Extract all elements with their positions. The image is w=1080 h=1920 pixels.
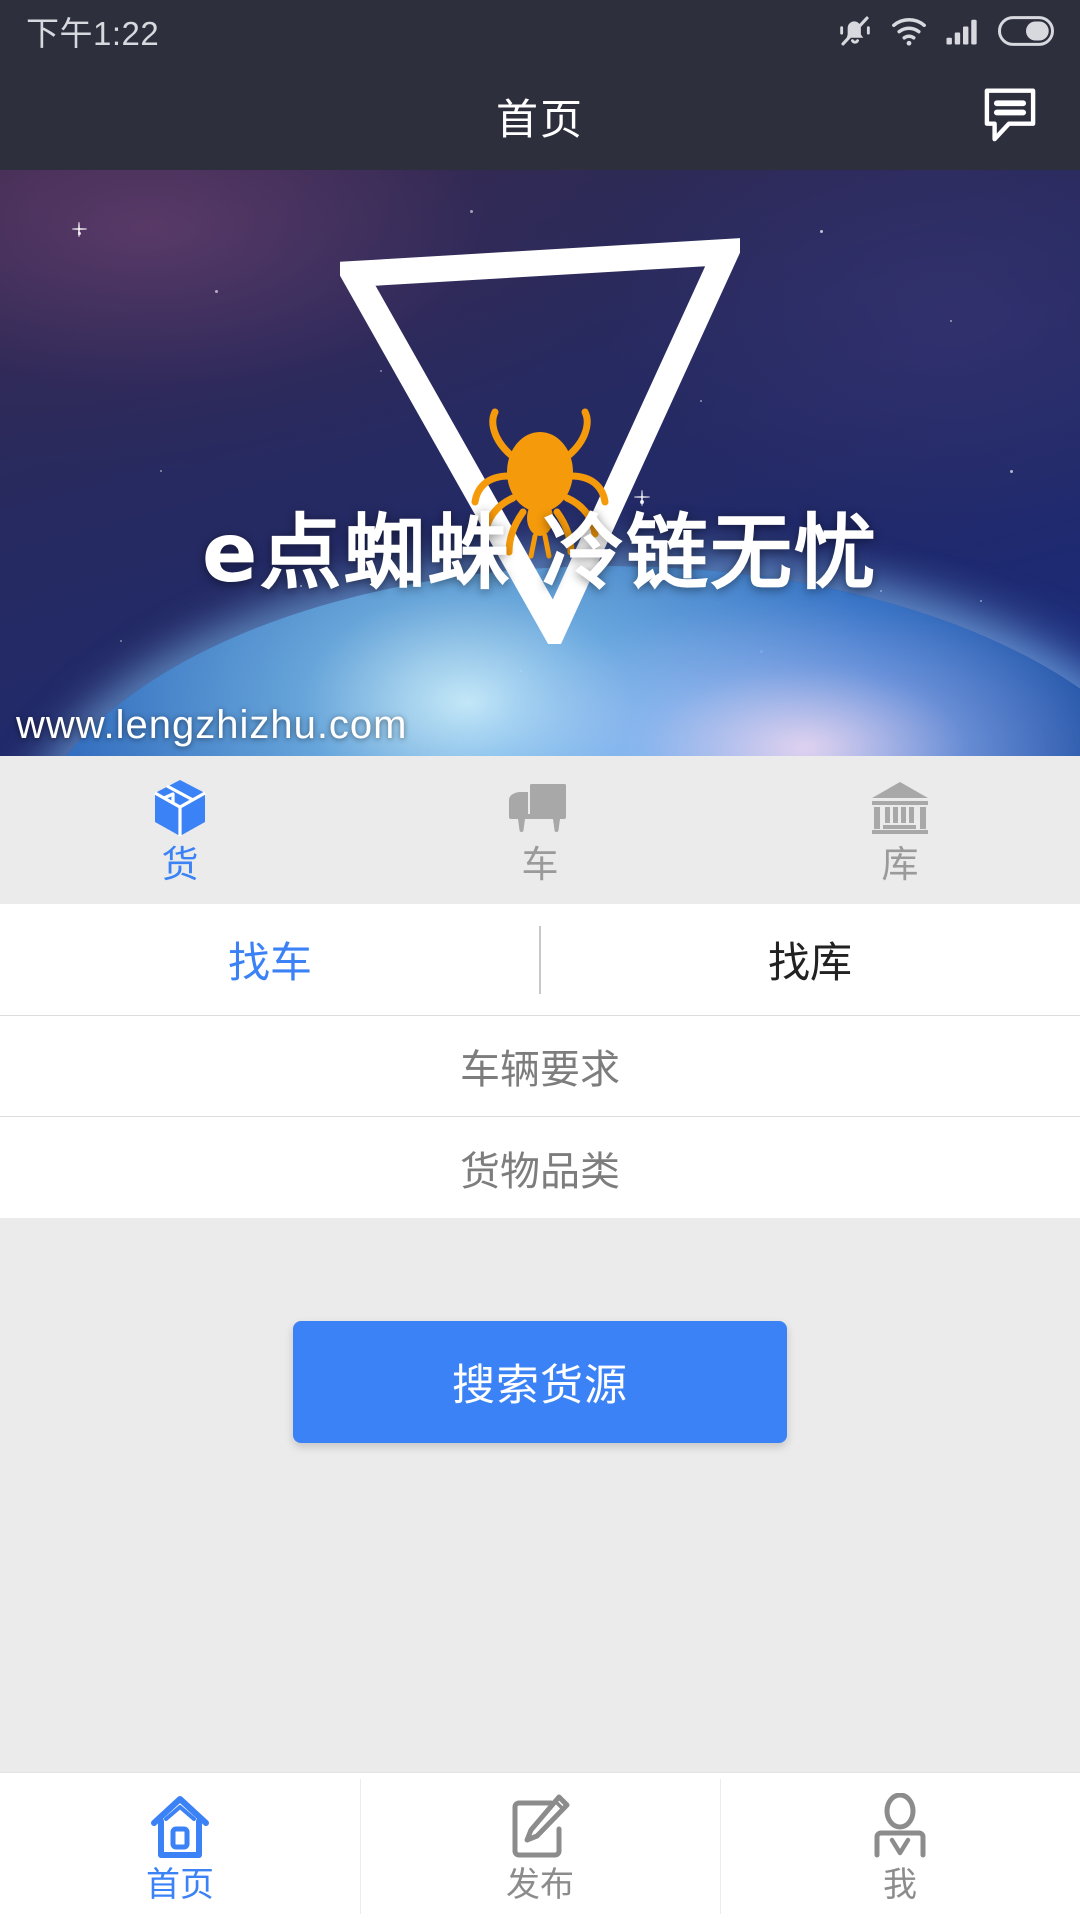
category-selector: 货 车 库 bbox=[0, 756, 1080, 904]
truck-icon bbox=[505, 778, 575, 838]
category-label-cargo: 货 bbox=[161, 843, 199, 885]
bell-muted-icon bbox=[837, 13, 873, 49]
status-bar-icons bbox=[837, 13, 1054, 49]
category-item-cargo[interactable]: 货 bbox=[0, 778, 360, 883]
app-root: 下午1:22 首页 e点蜘蛛 冷链无忧 www.lengzhizhu.com 货… bbox=[0, 0, 1080, 1920]
main-content: 搜索货源 bbox=[0, 1218, 1080, 1772]
person-icon bbox=[871, 1792, 929, 1862]
warehouse-icon bbox=[869, 778, 931, 838]
nav-item-profile[interactable]: 我 bbox=[720, 1773, 1080, 1920]
category-item-vehicle[interactable]: 车 bbox=[360, 778, 720, 883]
app-header: 首页 bbox=[0, 62, 1080, 170]
promo-banner[interactable]: e点蜘蛛 冷链无忧 www.lengzhizhu.com bbox=[0, 170, 1080, 756]
nav-label-publish: 发布 bbox=[506, 1865, 574, 1904]
signal-icon bbox=[945, 16, 981, 46]
category-label-warehouse: 库 bbox=[881, 843, 919, 885]
nav-item-publish[interactable]: 发布 bbox=[360, 1773, 720, 1920]
home-icon bbox=[148, 1792, 212, 1862]
bottom-navigation: 首页 发布 我 bbox=[0, 1772, 1080, 1920]
banner-headline: e点蜘蛛 冷链无忧 bbox=[201, 506, 879, 601]
chat-bubble-icon[interactable] bbox=[964, 70, 1056, 162]
field-vehicle-requirement[interactable]: 车辆要求 bbox=[0, 1016, 1080, 1117]
banner-url: www.lengzhizhu.com bbox=[16, 703, 408, 747]
field-cargo-category[interactable]: 货物品类 bbox=[0, 1117, 1080, 1218]
nav-label-home: 首页 bbox=[146, 1865, 214, 1904]
search-cargo-button[interactable]: 搜索货源 bbox=[293, 1321, 787, 1443]
publish-pencil-icon bbox=[509, 1792, 571, 1862]
tab-find-warehouse[interactable]: 找库 bbox=[540, 929, 1080, 990]
box-icon bbox=[151, 778, 209, 838]
page-title: 首页 bbox=[495, 95, 584, 143]
category-label-vehicle: 车 bbox=[521, 843, 559, 885]
status-bar-time: 下午1:22 bbox=[26, 15, 160, 52]
nav-label-profile: 我 bbox=[883, 1865, 917, 1904]
category-item-warehouse[interactable]: 库 bbox=[720, 778, 1080, 883]
tab-divider bbox=[539, 926, 541, 994]
status-bar: 下午1:22 bbox=[0, 0, 1080, 62]
search-mode-tabs: 找车 找库 bbox=[0, 904, 1080, 1016]
battery-icon bbox=[998, 16, 1054, 46]
search-form: 车辆要求 货物品类 bbox=[0, 1016, 1080, 1218]
nav-item-home[interactable]: 首页 bbox=[0, 1773, 360, 1920]
wifi-icon bbox=[890, 15, 928, 47]
tab-find-vehicle[interactable]: 找车 bbox=[0, 929, 540, 990]
